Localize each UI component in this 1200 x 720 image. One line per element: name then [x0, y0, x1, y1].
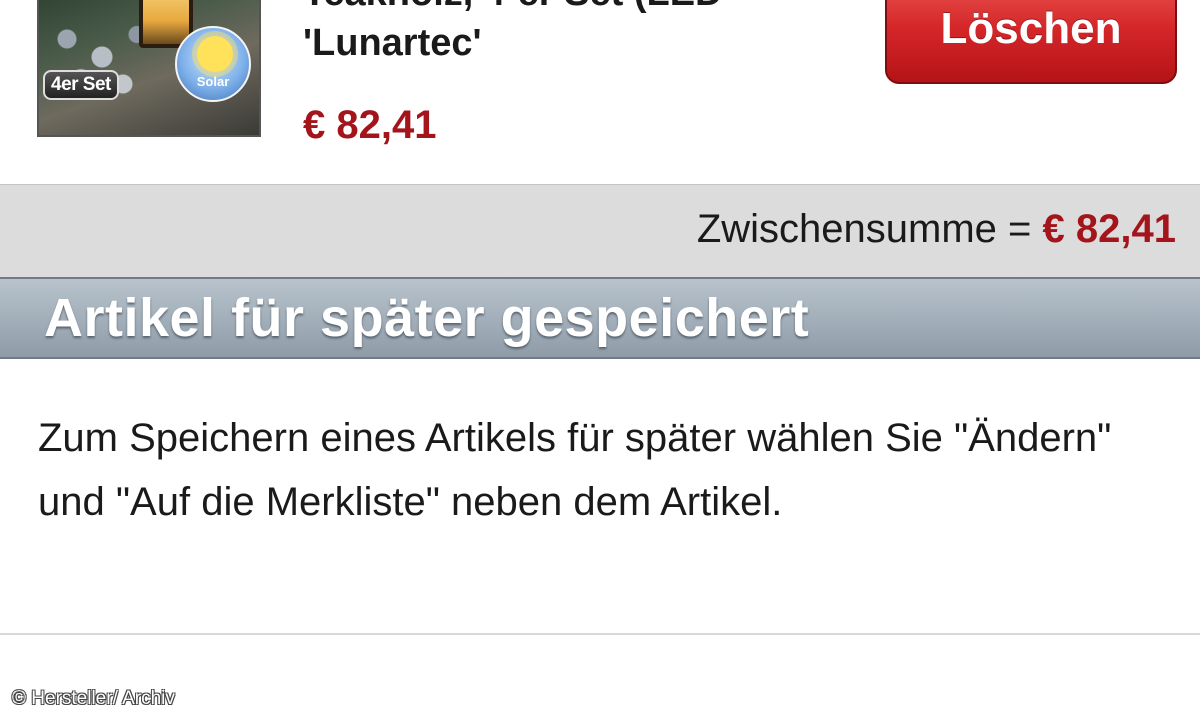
solar-badge: Solar: [175, 26, 251, 102]
saved-items-header: Artikel für später gespeichert: [0, 277, 1200, 359]
subtotal-bar: Zwischensumme = € 82,41: [0, 184, 1200, 277]
saved-items-title: Artikel für später gespeichert: [44, 288, 810, 348]
saved-items-info: Zum Speichern eines Artikels für später …: [38, 416, 1112, 524]
sun-icon: [197, 36, 233, 72]
set-badge: 4er Set: [43, 70, 119, 100]
copyright-watermark: © Hersteller/ Archiv: [12, 688, 175, 709]
subtotal-label: Zwischensumme =: [696, 207, 1032, 251]
subtotal-value: € 82,41: [1042, 207, 1176, 251]
cart-item: 4er Set Solar Teakholz, 4-er Set (LED 'L…: [0, 0, 1200, 184]
solar-badge-label: Solar: [196, 74, 230, 89]
product-price: € 82,41: [303, 103, 437, 147]
divider: [0, 633, 1200, 635]
product-title[interactable]: Teakholz, 4-er Set (LED 'Lunartec': [303, 0, 873, 68]
delete-button[interactable]: Löschen: [885, 0, 1177, 84]
product-image[interactable]: 4er Set Solar: [37, 0, 261, 137]
subtotal: Zwischensumme = € 82,41: [697, 207, 1176, 252]
